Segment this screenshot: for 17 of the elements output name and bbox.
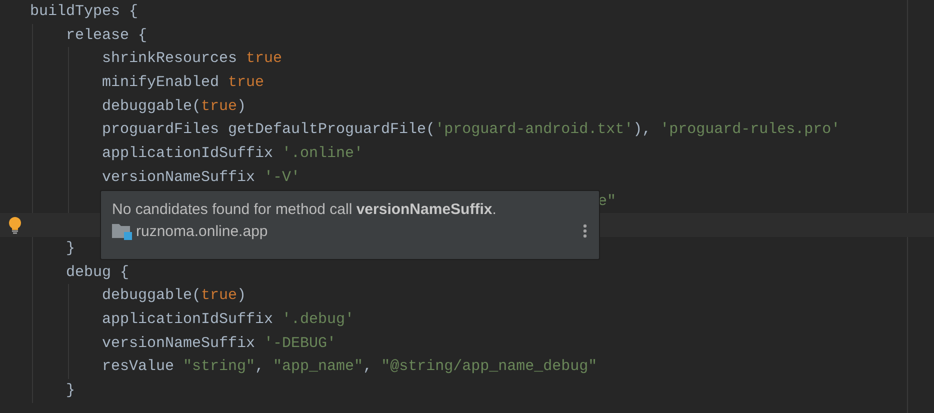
code-line: resValue "string", "app_name", "@string/app_name_debug": [102, 358, 598, 376]
code-line: }: [66, 382, 76, 399]
code-line: minifyEnabled true: [102, 74, 264, 92]
code-line: debuggable(true): [102, 98, 246, 115]
code-line: versionNameSuffix '-DEBUG': [102, 334, 336, 352]
code-line: proguardFiles getDefaultProguardFile('proguard-android.txt'), 'proguard-rules.pro': [102, 121, 840, 138]
code-line: debuggable(true): [102, 287, 246, 304]
code-line: debug {: [66, 264, 130, 281]
code-line: applicationIdSuffix '.online': [102, 145, 364, 162]
code-line: buildTypes {: [30, 3, 138, 20]
code-line: versionNameSuffix '-V': [102, 168, 300, 186]
module-name[interactable]: ruznoma.online.app: [136, 222, 579, 240]
code-line: shrinkResources true: [102, 50, 282, 68]
code-line: }: [66, 240, 76, 257]
code-line: applicationIdSuffix '.debug': [102, 310, 354, 328]
hint-message: No candidates found for method call versionNameSuffix.: [112, 201, 498, 218]
code-line: release {: [66, 26, 148, 44]
